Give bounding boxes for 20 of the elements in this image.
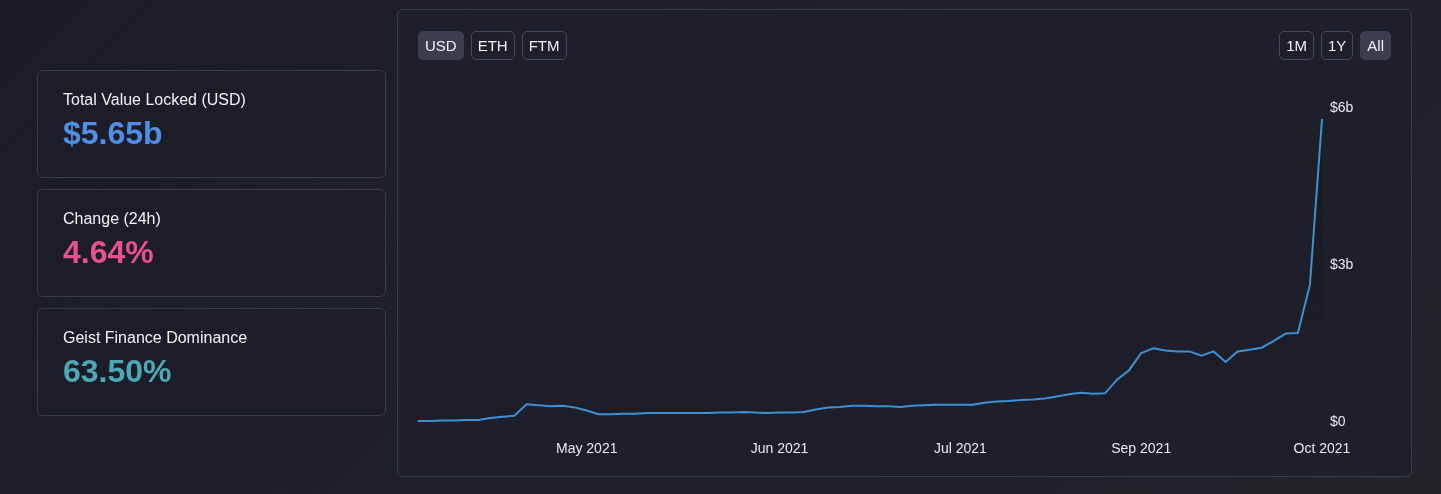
axis-label: $0 bbox=[1330, 413, 1346, 429]
range-button[interactable]: 1M bbox=[1279, 31, 1314, 60]
range-button[interactable]: 1Y bbox=[1320, 31, 1354, 60]
axis-label: Oct 2021 bbox=[1293, 440, 1351, 456]
axis-label: May 2021 bbox=[556, 440, 618, 456]
range-button[interactable]: All bbox=[1360, 31, 1391, 60]
currency-button[interactable]: FTM bbox=[521, 31, 567, 60]
axis-label: Jul 2021 bbox=[933, 440, 987, 456]
stat-value: $5.65b bbox=[63, 115, 164, 152]
currency-button[interactable]: ETH bbox=[470, 31, 515, 60]
stat-label: Change (24h) bbox=[63, 210, 162, 228]
stat-value: 4.64% bbox=[63, 234, 155, 271]
stat-label: Total Value Locked (USD) bbox=[63, 91, 247, 109]
axis-label: Sep 2021 bbox=[1111, 440, 1172, 456]
axis-label: $6b bbox=[1330, 99, 1354, 115]
axis-label: $3b bbox=[1330, 256, 1354, 272]
axis-label: Jun 2021 bbox=[750, 440, 809, 456]
stat-label: Geist Finance Dominance bbox=[63, 329, 249, 347]
currency-button[interactable]: USD bbox=[418, 31, 464, 60]
stat-value: 63.50% bbox=[63, 353, 173, 390]
